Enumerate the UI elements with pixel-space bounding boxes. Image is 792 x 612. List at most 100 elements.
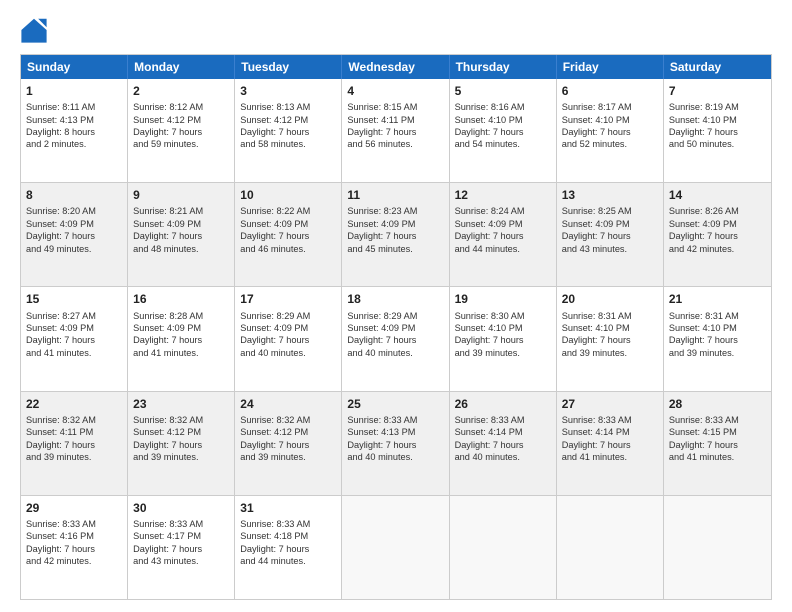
day-number: 12 (455, 187, 551, 203)
cal-cell-3-6: 20 Sunrise: 8:31 AM Sunset: 4:10 PM Dayli… (557, 287, 664, 390)
cell-data: Sunrise: 8:33 AM Sunset: 4:17 PM Dayligh… (133, 518, 229, 568)
cal-cell-1-2: 2 Sunrise: 8:12 AM Sunset: 4:12 PM Daylig… (128, 79, 235, 182)
cal-cell-4-6: 27 Sunrise: 8:33 AM Sunset: 4:14 PM Dayli… (557, 392, 664, 495)
page: SundayMondayTuesdayWednesdayThursdayFrid… (0, 0, 792, 612)
cell-data: Sunrise: 8:23 AM Sunset: 4:09 PM Dayligh… (347, 205, 443, 255)
calendar-week-4: 22 Sunrise: 8:32 AM Sunset: 4:11 PM Dayli… (21, 391, 771, 495)
header-cell-wednesday: Wednesday (342, 55, 449, 79)
cell-data: Sunrise: 8:15 AM Sunset: 4:11 PM Dayligh… (347, 101, 443, 151)
cal-cell-5-4 (342, 496, 449, 599)
cell-data: Sunrise: 8:19 AM Sunset: 4:10 PM Dayligh… (669, 101, 766, 151)
day-number: 4 (347, 83, 443, 99)
day-number: 3 (240, 83, 336, 99)
cal-cell-2-4: 11 Sunrise: 8:23 AM Sunset: 4:09 PM Dayli… (342, 183, 449, 286)
day-number: 22 (26, 396, 122, 412)
cal-cell-1-7: 7 Sunrise: 8:19 AM Sunset: 4:10 PM Daylig… (664, 79, 771, 182)
cell-data: Sunrise: 8:29 AM Sunset: 4:09 PM Dayligh… (347, 310, 443, 360)
day-number: 10 (240, 187, 336, 203)
calendar-week-5: 29 Sunrise: 8:33 AM Sunset: 4:16 PM Dayli… (21, 495, 771, 599)
cal-cell-3-1: 15 Sunrise: 8:27 AM Sunset: 4:09 PM Dayli… (21, 287, 128, 390)
cell-data: Sunrise: 8:25 AM Sunset: 4:09 PM Dayligh… (562, 205, 658, 255)
day-number: 31 (240, 500, 336, 516)
day-number: 18 (347, 291, 443, 307)
cell-data: Sunrise: 8:26 AM Sunset: 4:09 PM Dayligh… (669, 205, 766, 255)
cell-data: Sunrise: 8:32 AM Sunset: 4:11 PM Dayligh… (26, 414, 122, 464)
cal-cell-5-6 (557, 496, 664, 599)
cal-cell-5-3: 31 Sunrise: 8:33 AM Sunset: 4:18 PM Dayli… (235, 496, 342, 599)
day-number: 25 (347, 396, 443, 412)
cell-data: Sunrise: 8:33 AM Sunset: 4:15 PM Dayligh… (669, 414, 766, 464)
cal-cell-3-7: 21 Sunrise: 8:31 AM Sunset: 4:10 PM Dayli… (664, 287, 771, 390)
day-number: 26 (455, 396, 551, 412)
cal-cell-2-5: 12 Sunrise: 8:24 AM Sunset: 4:09 PM Dayli… (450, 183, 557, 286)
cell-data: Sunrise: 8:33 AM Sunset: 4:13 PM Dayligh… (347, 414, 443, 464)
day-number: 30 (133, 500, 229, 516)
cell-data: Sunrise: 8:27 AM Sunset: 4:09 PM Dayligh… (26, 310, 122, 360)
cal-cell-1-5: 5 Sunrise: 8:16 AM Sunset: 4:10 PM Daylig… (450, 79, 557, 182)
cal-cell-1-3: 3 Sunrise: 8:13 AM Sunset: 4:12 PM Daylig… (235, 79, 342, 182)
header-cell-saturday: Saturday (664, 55, 771, 79)
header (20, 16, 772, 44)
cal-cell-3-5: 19Sunrise: 8:30 AM Sunset: 4:10 PM Dayli… (450, 287, 557, 390)
day-number: 15 (26, 291, 122, 307)
header-cell-tuesday: Tuesday (235, 55, 342, 79)
day-number: 13 (562, 187, 658, 203)
cal-cell-4-3: 24Sunrise: 8:32 AM Sunset: 4:12 PM Dayli… (235, 392, 342, 495)
header-cell-sunday: Sunday (21, 55, 128, 79)
calendar-header: SundayMondayTuesdayWednesdayThursdayFrid… (21, 55, 771, 79)
cell-data: Sunrise: 8:28 AM Sunset: 4:09 PM Dayligh… (133, 310, 229, 360)
cell-data: Sunrise: 8:17 AM Sunset: 4:10 PM Dayligh… (562, 101, 658, 151)
cal-cell-4-1: 22 Sunrise: 8:32 AM Sunset: 4:11 PM Dayli… (21, 392, 128, 495)
cell-data: Sunrise: 8:16 AM Sunset: 4:10 PM Dayligh… (455, 101, 551, 151)
logo-icon (20, 16, 48, 44)
day-number: 17 (240, 291, 336, 307)
day-number: 16 (133, 291, 229, 307)
day-number: 2 (133, 83, 229, 99)
cell-data: Sunrise: 8:11 AM Sunset: 4:13 PM Dayligh… (26, 101, 122, 151)
cell-data: Sunrise: 8:33 AM Sunset: 4:18 PM Dayligh… (240, 518, 336, 568)
day-number: 24 (240, 396, 336, 412)
cal-cell-5-1: 29 Sunrise: 8:33 AM Sunset: 4:16 PM Dayli… (21, 496, 128, 599)
day-number: 20 (562, 291, 658, 307)
cal-cell-3-3: 17Sunrise: 8:29 AM Sunset: 4:09 PM Dayli… (235, 287, 342, 390)
day-number: 21 (669, 291, 766, 307)
cell-data: Sunrise: 8:20 AM Sunset: 4:09 PM Dayligh… (26, 205, 122, 255)
cal-cell-4-4: 25 Sunrise: 8:33 AM Sunset: 4:13 PM Dayli… (342, 392, 449, 495)
cal-cell-2-1: 8 Sunrise: 8:20 AM Sunset: 4:09 PM Daylig… (21, 183, 128, 286)
cell-data: Sunrise: 8:12 AM Sunset: 4:12 PM Dayligh… (133, 101, 229, 151)
cal-cell-4-2: 23Sunrise: 8:32 AM Sunset: 4:12 PM Dayli… (128, 392, 235, 495)
cal-cell-2-3: 10 Sunrise: 8:22 AM Sunset: 4:09 PM Dayli… (235, 183, 342, 286)
cell-data: Sunrise: 8:33 AM Sunset: 4:14 PM Dayligh… (455, 414, 551, 464)
calendar-week-2: 8 Sunrise: 8:20 AM Sunset: 4:09 PM Daylig… (21, 182, 771, 286)
day-number: 11 (347, 187, 443, 203)
cell-data: Sunrise: 8:31 AM Sunset: 4:10 PM Dayligh… (562, 310, 658, 360)
cal-cell-5-5 (450, 496, 557, 599)
cell-data: Sunrise: 8:24 AM Sunset: 4:09 PM Dayligh… (455, 205, 551, 255)
cal-cell-3-2: 16 Sunrise: 8:28 AM Sunset: 4:09 PM Dayli… (128, 287, 235, 390)
cal-cell-1-6: 6 Sunrise: 8:17 AM Sunset: 4:10 PM Daylig… (557, 79, 664, 182)
day-number: 29 (26, 500, 122, 516)
cell-data: Sunrise: 8:13 AM Sunset: 4:12 PM Dayligh… (240, 101, 336, 151)
cell-data: Sunrise: 8:33 AM Sunset: 4:14 PM Dayligh… (562, 414, 658, 464)
day-number: 27 (562, 396, 658, 412)
cal-cell-4-7: 28Sunrise: 8:33 AM Sunset: 4:15 PM Dayli… (664, 392, 771, 495)
day-number: 7 (669, 83, 766, 99)
day-number: 6 (562, 83, 658, 99)
day-number: 23 (133, 396, 229, 412)
cal-cell-2-2: 9 Sunrise: 8:21 AM Sunset: 4:09 PM Daylig… (128, 183, 235, 286)
cal-cell-5-7 (664, 496, 771, 599)
cell-data: Sunrise: 8:21 AM Sunset: 4:09 PM Dayligh… (133, 205, 229, 255)
cal-cell-2-7: 14Sunrise: 8:26 AM Sunset: 4:09 PM Dayli… (664, 183, 771, 286)
day-number: 9 (133, 187, 229, 203)
day-number: 8 (26, 187, 122, 203)
cell-data: Sunrise: 8:33 AM Sunset: 4:16 PM Dayligh… (26, 518, 122, 568)
cal-cell-3-4: 18 Sunrise: 8:29 AM Sunset: 4:09 PM Dayli… (342, 287, 449, 390)
day-number: 5 (455, 83, 551, 99)
cal-cell-2-6: 13 Sunrise: 8:25 AM Sunset: 4:09 PM Dayli… (557, 183, 664, 286)
cal-cell-4-5: 26 Sunrise: 8:33 AM Sunset: 4:14 PM Dayli… (450, 392, 557, 495)
cell-data: Sunrise: 8:31 AM Sunset: 4:10 PM Dayligh… (669, 310, 766, 360)
logo (20, 16, 52, 44)
cal-cell-1-4: 4 Sunrise: 8:15 AM Sunset: 4:11 PM Daylig… (342, 79, 449, 182)
cell-data: Sunrise: 8:30 AM Sunset: 4:10 PM Dayligh… (455, 310, 551, 360)
cell-data: Sunrise: 8:22 AM Sunset: 4:09 PM Dayligh… (240, 205, 336, 255)
